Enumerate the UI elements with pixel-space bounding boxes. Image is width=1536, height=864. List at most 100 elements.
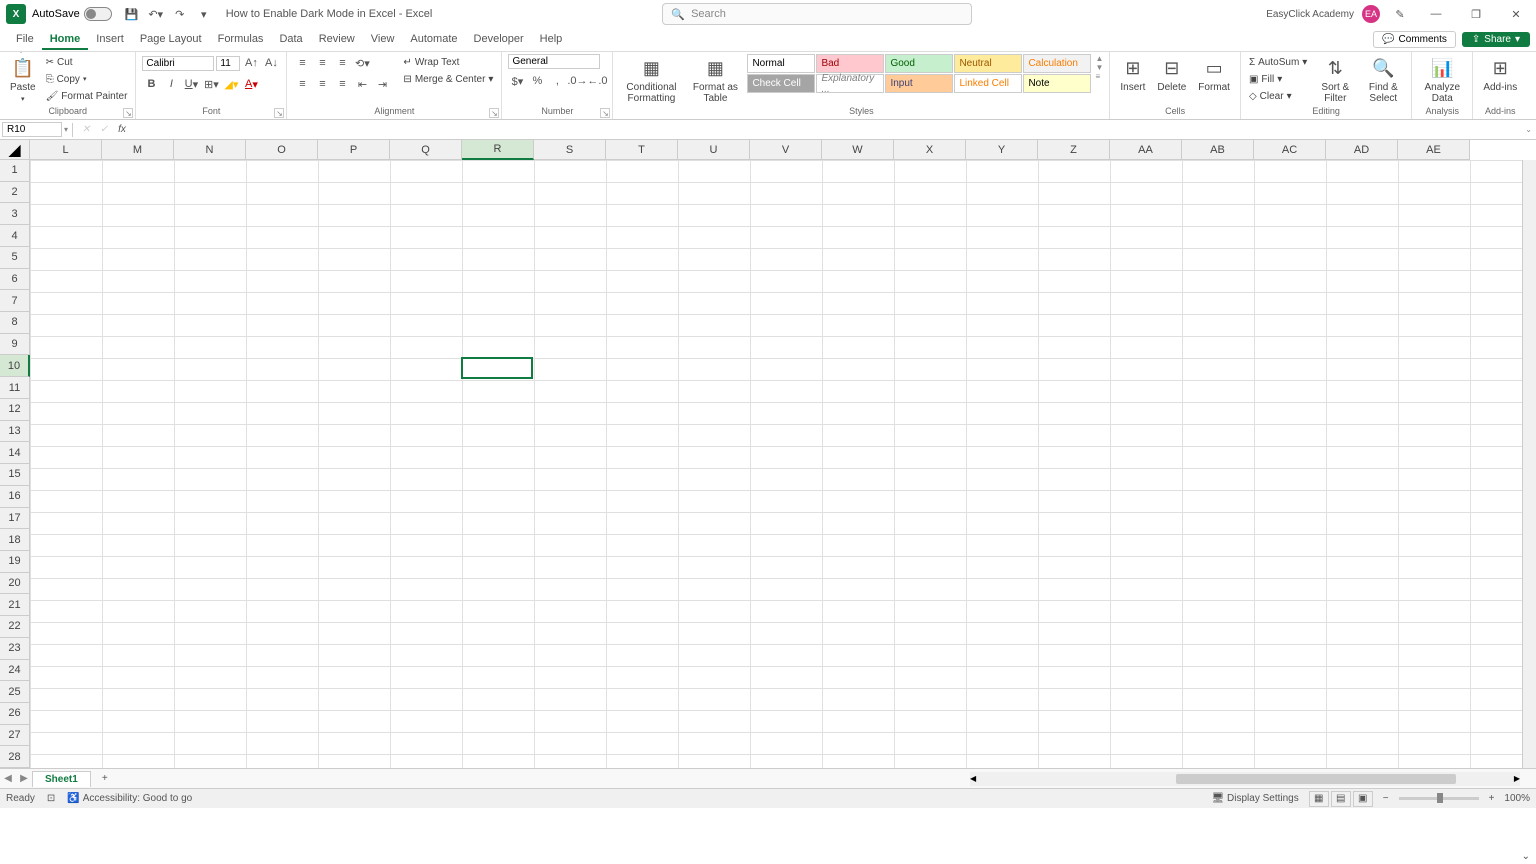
number-format-input[interactable]	[508, 54, 600, 69]
sheet-nav-next[interactable]: ▶	[16, 773, 32, 784]
coming-soon-icon[interactable]: ✎	[1390, 4, 1410, 24]
style-bad[interactable]: Bad	[816, 54, 884, 73]
column-header[interactable]: M	[102, 140, 174, 160]
zoom-slider[interactable]	[1399, 797, 1479, 800]
row-header[interactable]: 4	[0, 225, 30, 247]
zoom-level[interactable]: 100%	[1504, 793, 1530, 804]
increase-decimal-button[interactable]: .0→	[568, 72, 586, 90]
active-cell[interactable]	[461, 357, 533, 379]
autosave-switch-icon[interactable]	[84, 7, 112, 21]
enter-formula-button[interactable]: ✓	[95, 122, 113, 138]
tab-view[interactable]: View	[363, 30, 403, 50]
decrease-indent-button[interactable]: ⇤	[353, 75, 371, 93]
row-header[interactable]: 19	[0, 551, 30, 573]
column-header[interactable]: X	[894, 140, 966, 160]
formula-input[interactable]	[131, 129, 1525, 131]
user-name[interactable]: EasyClick Academy	[1266, 9, 1354, 20]
paste-button[interactable]: 📋 Paste ▾	[6, 54, 40, 105]
insert-function-button[interactable]: fx	[113, 122, 131, 138]
cells-area[interactable]	[30, 160, 1536, 768]
row-header[interactable]: 8	[0, 312, 30, 334]
styles-scroll-up[interactable]: ▲	[1095, 54, 1103, 63]
style-neutral[interactable]: Neutral	[954, 54, 1022, 73]
clear-button[interactable]: ◇Clear▾	[1247, 88, 1309, 104]
style-input[interactable]: Input	[885, 74, 953, 93]
redo-icon[interactable]: ↷	[170, 4, 190, 24]
select-all-corner[interactable]: ◢	[0, 140, 30, 160]
align-top-button[interactable]: ≡	[293, 54, 311, 72]
zoom-out-button[interactable]: −	[1383, 793, 1389, 804]
tab-developer[interactable]: Developer	[466, 30, 532, 50]
format-cells-button[interactable]: ▭Format	[1194, 54, 1234, 95]
style-calculation[interactable]: Calculation	[1023, 54, 1091, 73]
name-box[interactable]	[2, 122, 62, 137]
row-header[interactable]: 1	[0, 160, 30, 182]
font-size-input[interactable]	[216, 56, 240, 71]
style-linked-cell[interactable]: Linked Cell	[954, 74, 1022, 93]
tab-data[interactable]: Data	[271, 30, 310, 50]
font-dialog-launcher[interactable]: ↘	[274, 108, 284, 118]
row-header[interactable]: 24	[0, 660, 30, 682]
row-header[interactable]: 16	[0, 486, 30, 508]
align-right-button[interactable]: ≡	[333, 75, 351, 93]
autosave-toggle[interactable]: AutoSave	[32, 7, 112, 21]
column-header[interactable]: L	[30, 140, 102, 160]
row-header[interactable]: 17	[0, 508, 30, 530]
style-note[interactable]: Note	[1023, 74, 1091, 93]
tab-home[interactable]: Home	[42, 30, 89, 50]
cut-button[interactable]: ✂Cut	[44, 54, 130, 70]
collapse-ribbon-button[interactable]: ⌄	[1522, 851, 1530, 862]
column-header[interactable]: N	[174, 140, 246, 160]
row-header[interactable]: 27	[0, 725, 30, 747]
sheet-tab-active[interactable]: Sheet1	[32, 771, 91, 787]
row-header[interactable]: 15	[0, 464, 30, 486]
row-header[interactable]: 3	[0, 203, 30, 225]
row-header[interactable]: 10	[0, 355, 30, 377]
conditional-formatting-button[interactable]: ▦Conditional Formatting	[619, 54, 683, 106]
insert-cells-button[interactable]: ⊞Insert	[1116, 54, 1149, 95]
decrease-decimal-button[interactable]: ←.0	[588, 72, 606, 90]
zoom-in-button[interactable]: +	[1489, 793, 1495, 804]
share-button[interactable]: ⇪ Share ▾	[1462, 32, 1530, 47]
column-header[interactable]: Y	[966, 140, 1038, 160]
display-settings-button[interactable]: 🖥 Display Settings	[1212, 793, 1299, 804]
increase-font-button[interactable]: A↑	[242, 54, 260, 72]
italic-button[interactable]: I	[162, 75, 180, 93]
expand-formula-icon[interactable]: ⌄	[1525, 125, 1532, 134]
column-header[interactable]: Q	[390, 140, 462, 160]
style-check-cell[interactable]: Check Cell	[747, 74, 815, 93]
tab-insert[interactable]: Insert	[88, 30, 132, 50]
row-header[interactable]: 28	[0, 746, 30, 768]
row-header[interactable]: 5	[0, 247, 30, 269]
column-header[interactable]: AC	[1254, 140, 1326, 160]
comma-button[interactable]: ,	[548, 72, 566, 90]
row-header[interactable]: 20	[0, 573, 30, 595]
tab-help[interactable]: Help	[532, 30, 571, 50]
column-header[interactable]: AE	[1398, 140, 1470, 160]
sheet-nav-prev[interactable]: ◀	[0, 773, 16, 784]
column-header[interactable]: Z	[1038, 140, 1110, 160]
column-header[interactable]: P	[318, 140, 390, 160]
row-header[interactable]: 7	[0, 290, 30, 312]
add-sheet-button[interactable]: +	[95, 773, 115, 784]
currency-button[interactable]: $▾	[508, 72, 526, 90]
row-header[interactable]: 6	[0, 269, 30, 291]
column-header[interactable]: AA	[1110, 140, 1182, 160]
decrease-font-button[interactable]: A↓	[262, 54, 280, 72]
search-input[interactable]: 🔍 Search	[662, 3, 972, 25]
addins-button[interactable]: ⊞Add-ins	[1479, 54, 1521, 95]
increase-indent-button[interactable]: ⇥	[373, 75, 391, 93]
row-header[interactable]: 21	[0, 594, 30, 616]
tab-page-layout[interactable]: Page Layout	[132, 30, 210, 50]
underline-button[interactable]: U▾	[182, 75, 200, 93]
cancel-formula-button[interactable]: ✕	[77, 122, 95, 138]
accessibility-icon[interactable]: ♿	[67, 793, 79, 804]
hscroll-thumb[interactable]	[1176, 774, 1456, 784]
close-button[interactable]: ✕	[1500, 0, 1532, 28]
percent-button[interactable]: %	[528, 72, 546, 90]
column-header[interactable]: O	[246, 140, 318, 160]
row-header[interactable]: 14	[0, 442, 30, 464]
align-left-button[interactable]: ≡	[293, 75, 311, 93]
horizontal-scrollbar[interactable]: ◀ ▶	[970, 772, 1520, 786]
row-header[interactable]: 26	[0, 703, 30, 725]
